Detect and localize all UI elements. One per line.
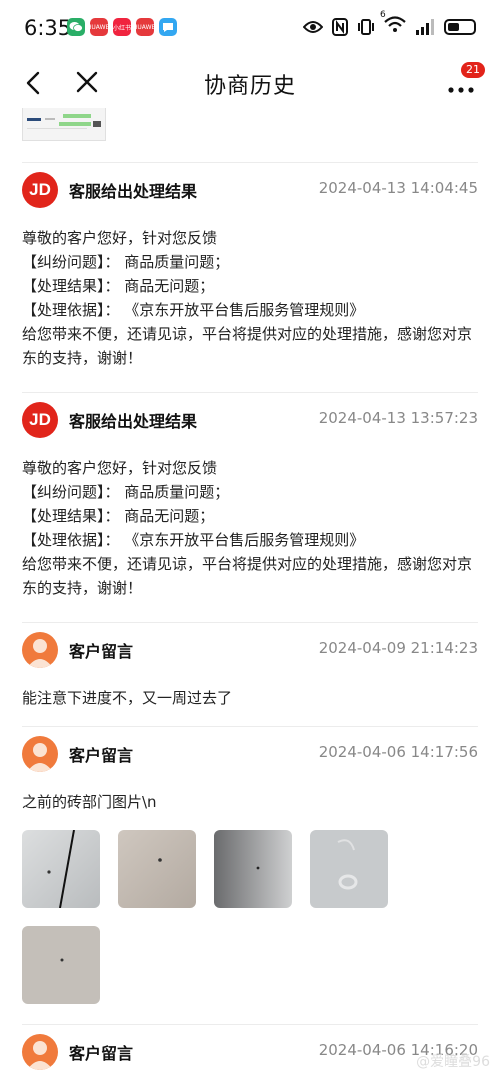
photo-thumbnail[interactable] bbox=[214, 830, 292, 908]
entry-line: 之前的砖部门图片\n bbox=[22, 793, 157, 811]
history-entry: 客户留言 2024-04-06 14:16:20 bbox=[22, 1034, 478, 1074]
entry-line: 【处理结果】： 商品无问题； bbox=[22, 507, 215, 525]
wifi-indicator: 6 bbox=[380, 10, 406, 37]
nfc-icon bbox=[332, 17, 348, 36]
history-entry: JD 客服给出处理结果 2024-04-13 13:57:23 尊敬的客户您好，… bbox=[22, 402, 478, 600]
photo-grid bbox=[22, 830, 412, 1004]
user-avatar bbox=[22, 736, 58, 772]
entry-header: 客户留言 2024-04-09 21:14:23 bbox=[22, 632, 478, 672]
history-entry: JD 客服给出处理结果 2024-04-13 14:04:45 尊敬的客户您好，… bbox=[22, 172, 478, 370]
entry-line: 给您带来不便，还请见谅，平台将提供对应的处理措施，感谢您对京东的支持，谢谢！ bbox=[22, 325, 473, 367]
entry-line: 【处理结果】： 商品无问题； bbox=[22, 277, 215, 295]
entry-header: 客户留言 2024-04-06 14:16:20 bbox=[22, 1034, 478, 1074]
notification-badge: 21 bbox=[461, 62, 485, 78]
history-entry: 客户留言 2024-04-06 14:17:56 之前的砖部门图片\n bbox=[22, 736, 478, 1004]
entry-time: 2024-04-06 14:17:56 bbox=[318, 743, 478, 761]
jd-avatar: JD bbox=[22, 402, 58, 438]
entry-header: JD 客服给出处理结果 2024-04-13 13:57:23 bbox=[22, 402, 478, 442]
entry-title: 客户留言 bbox=[69, 642, 134, 661]
status-indicators: 6 bbox=[303, 10, 476, 37]
photo-thumbnail[interactable] bbox=[310, 830, 388, 908]
signal-icon bbox=[416, 18, 434, 35]
entry-header: 客户留言 2024-04-06 14:17:56 bbox=[22, 736, 478, 776]
entry-line: 尊敬的客户您好，针对您反馈 bbox=[22, 229, 218, 247]
entry-line: 给您带来不便，还请见谅，平台将提供对应的处理措施，感谢您对京东的支持，谢谢！ bbox=[22, 555, 473, 597]
vibrate-icon bbox=[358, 18, 374, 35]
divider bbox=[22, 162, 478, 163]
entry-body: 能注意下进度不，又一周过去了 bbox=[22, 686, 478, 710]
entry-line: 【纠纷问题】： 商品质量问题； bbox=[22, 253, 230, 271]
entry-header: JD 客服给出处理结果 2024-04-13 14:04:45 bbox=[22, 172, 478, 212]
history-entry: 客户留言 2024-04-09 21:14:23 能注意下进度不，又一周过去了 bbox=[22, 632, 478, 710]
wechat-icon bbox=[67, 18, 85, 36]
watermark: @爱瞳叠96 bbox=[416, 1054, 490, 1070]
entry-title: 客户留言 bbox=[69, 1044, 134, 1063]
huawei-icon-2: HUAWEI bbox=[133, 18, 157, 36]
photo-thumbnail[interactable] bbox=[118, 830, 196, 908]
huawei-icon-1: HUAWEI bbox=[87, 18, 111, 36]
entry-line: 能注意下进度不，又一周过去了 bbox=[22, 689, 233, 707]
title-bar: 协商历史 21 bbox=[0, 58, 500, 108]
divider bbox=[22, 622, 478, 623]
entry-line: 【处理依据】： 《京东开放平台售后服务管理规则》 bbox=[22, 301, 365, 319]
user-avatar bbox=[22, 1034, 58, 1070]
battery-icon bbox=[444, 18, 476, 35]
wifi-icon bbox=[384, 16, 406, 32]
page-title: 协商历史 bbox=[203, 74, 296, 99]
eye-icon bbox=[303, 20, 323, 33]
attachment-thumbnail[interactable] bbox=[22, 108, 106, 141]
entry-time: 2024-04-13 14:04:45 bbox=[318, 179, 478, 197]
entry-title: 客服给出处理结果 bbox=[69, 182, 198, 201]
entry-time: 2024-04-13 13:57:23 bbox=[318, 409, 478, 427]
user-avatar bbox=[22, 632, 58, 668]
entry-title: 客户留言 bbox=[69, 746, 134, 765]
status-bar: 6:35 HUAWEI 小红书 HUAWEI 6 bbox=[0, 0, 500, 58]
xiaohongshu-icon: 小红书 bbox=[113, 18, 131, 36]
divider bbox=[22, 726, 478, 727]
photo-thumbnail[interactable] bbox=[22, 926, 100, 1004]
divider bbox=[22, 392, 478, 393]
entry-body: 之前的砖部门图片\n bbox=[22, 790, 478, 814]
entry-time: 2024-04-09 21:14:23 bbox=[318, 639, 478, 657]
divider bbox=[22, 1024, 478, 1025]
entry-line: 尊敬的客户您好，针对您反馈 bbox=[22, 459, 218, 477]
jd-avatar: JD bbox=[22, 172, 58, 208]
network-type-label: 6 bbox=[380, 10, 386, 20]
message-icon bbox=[159, 18, 177, 36]
entry-title: 客服给出处理结果 bbox=[69, 412, 198, 431]
entry-line: 【处理依据】： 《京东开放平台售后服务管理规则》 bbox=[22, 531, 365, 549]
photo-thumbnail[interactable] bbox=[22, 830, 100, 908]
status-time: 6:35 bbox=[24, 16, 72, 40]
entry-line: 【纠纷问题】： 商品质量问题； bbox=[22, 483, 230, 501]
entry-body: 尊敬的客户您好，针对您反馈 【纠纷问题】： 商品质量问题； 【处理结果】： 商品… bbox=[22, 226, 478, 370]
entry-body: 尊敬的客户您好，针对您反馈 【纠纷问题】： 商品质量问题； 【处理结果】： 商品… bbox=[22, 456, 478, 600]
